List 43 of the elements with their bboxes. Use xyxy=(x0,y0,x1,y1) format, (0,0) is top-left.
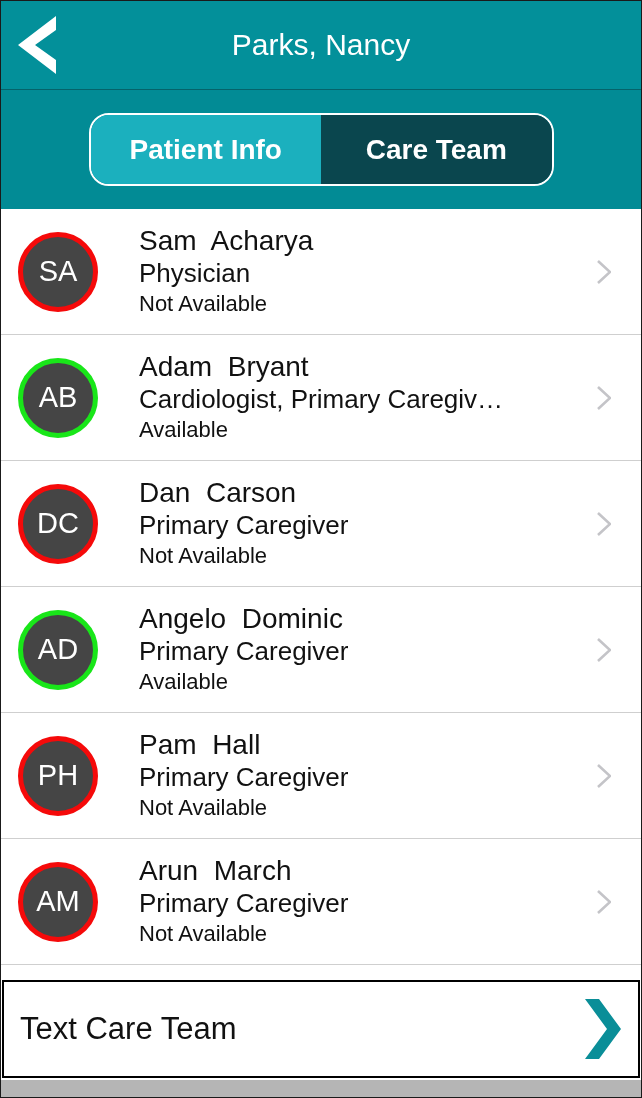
member-name: Sam Acharya xyxy=(139,224,315,257)
button-label: Text Care Team xyxy=(20,1011,237,1047)
back-arrow-icon xyxy=(18,16,56,74)
member-name: Arun March xyxy=(139,854,293,887)
member-role: Cardiologist, Primary Caregiv… xyxy=(139,382,505,415)
member-name: Angelo Dominic xyxy=(139,602,344,635)
chevron-icon xyxy=(597,889,611,914)
availability-status: Not Available xyxy=(139,289,268,318)
back-button[interactable] xyxy=(18,16,56,74)
avatar: PH xyxy=(18,735,98,816)
member-name: Adam Bryant xyxy=(139,350,310,383)
availability-status: Not Available xyxy=(139,541,268,570)
text-care-team-button[interactable]: Text Care Team xyxy=(2,980,640,1078)
availability-status: Available xyxy=(139,667,229,696)
avatar: AM xyxy=(18,861,98,942)
screen-title: Parks, Nancy xyxy=(231,28,411,62)
availability-status: Not Available xyxy=(139,919,268,948)
avatar: AB xyxy=(18,357,98,438)
avatar: AD xyxy=(18,609,98,690)
member-row[interactable]: PH Pam Hall Primary Caregiver Not Available xyxy=(1,713,641,839)
chevron-icon xyxy=(597,637,611,662)
availability-status: Available xyxy=(139,415,229,444)
member-role: Primary Caregiver xyxy=(139,634,350,667)
member-role: Physician xyxy=(139,256,252,289)
member-row[interactable]: AD Angelo Dominic Primary Caregiver Available xyxy=(1,587,641,713)
avatar: SA xyxy=(18,231,98,312)
chevron-icon xyxy=(597,511,611,536)
member-row[interactable]: AM Arun March Primary Caregiver Not Available xyxy=(1,839,641,965)
availability-status: Not Available xyxy=(139,793,268,822)
avatar: DC xyxy=(18,483,98,564)
member-row[interactable]: SA Sam Acharya Physician Not Available xyxy=(1,209,641,335)
member-row[interactable]: DC Dan Carson Primary Caregiver Not Available xyxy=(1,461,641,587)
member-name: Dan Carson xyxy=(139,476,298,509)
member-role: Primary Caregiver xyxy=(139,886,350,919)
chevron-icon xyxy=(597,763,611,788)
tab[interactable]: Care Team xyxy=(321,115,552,184)
chevron-icon xyxy=(585,999,621,1059)
member-role: Primary Caregiver xyxy=(139,760,350,793)
member-role: Primary Caregiver xyxy=(139,508,350,541)
chevron-icon xyxy=(597,385,611,410)
chevron-icon xyxy=(597,259,611,284)
member-row[interactable]: AB Adam Bryant Cardiologist, Primary Caregiv… Available xyxy=(1,335,641,461)
member-name: Pam Hall xyxy=(139,728,262,761)
